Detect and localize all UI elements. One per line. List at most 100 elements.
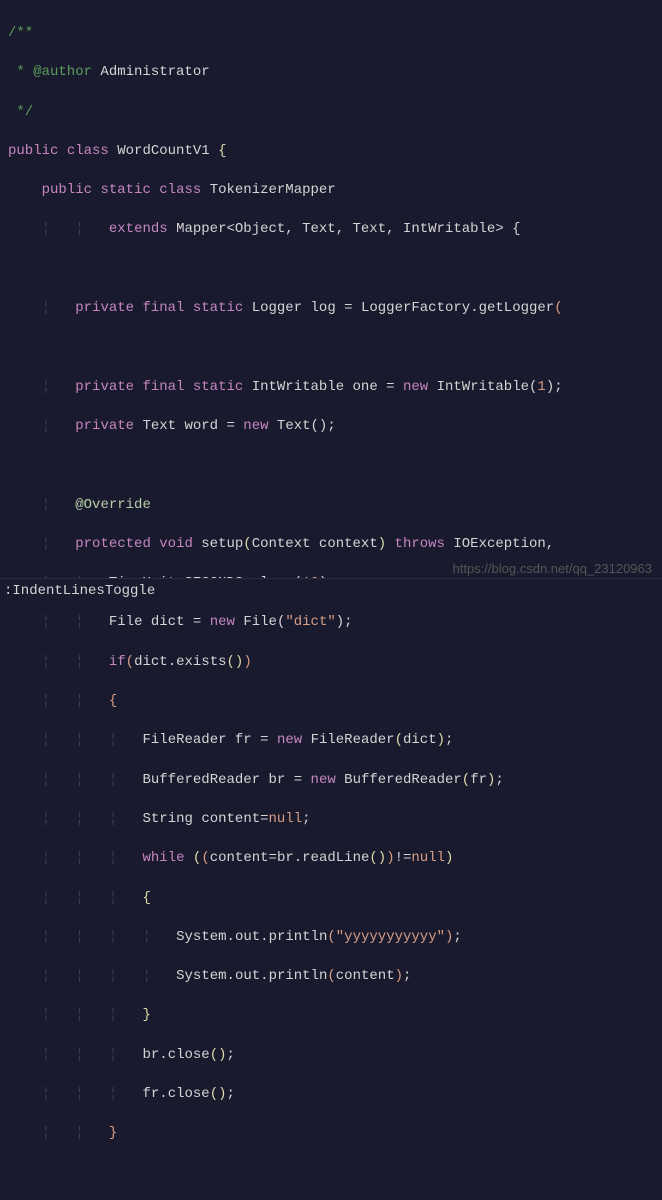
type: BufferedReader <box>344 772 462 788</box>
method: exists <box>176 654 226 670</box>
var: fr <box>235 732 252 748</box>
keyword: public <box>8 143 58 159</box>
indent-guide: ¦ <box>142 968 150 984</box>
indent-guide: ¦ <box>42 1125 50 1141</box>
indent-guide: ¦ <box>42 929 50 945</box>
indent-guide: ¦ <box>42 300 50 316</box>
type: Mapper<Object, Text, Text, IntWritable> … <box>176 221 520 237</box>
indent-guide: ¦ <box>42 536 50 552</box>
method: setup <box>201 536 243 552</box>
keyword: static <box>193 379 243 395</box>
var: dict <box>134 654 168 670</box>
paren: ) <box>243 654 251 670</box>
indent-guide: ¦ <box>42 1086 50 1102</box>
brace: { <box>109 693 117 709</box>
keyword: extends <box>109 221 168 237</box>
null: null <box>411 850 445 866</box>
indent-guide: ¦ <box>75 1086 83 1102</box>
indent-guide: ¦ <box>75 968 83 984</box>
classname: TokenizerMapper <box>210 182 336 198</box>
method: readLine <box>302 850 369 866</box>
comment: */ <box>8 104 33 120</box>
string: "dict" <box>285 614 335 630</box>
type: IOException <box>453 536 545 552</box>
indent-guide: ¦ <box>75 221 83 237</box>
type: FileReader <box>142 732 226 748</box>
type: IntWritable <box>437 379 529 395</box>
brace: } <box>109 1125 117 1141</box>
indent-guide: ¦ <box>109 1007 117 1023</box>
indent-guide: ¦ <box>42 693 50 709</box>
keyword: final <box>142 379 184 395</box>
type: Logger <box>252 300 302 316</box>
var: word <box>184 418 218 434</box>
indent-guide: ¦ <box>75 614 83 630</box>
indent-guide: ¦ <box>42 850 50 866</box>
keyword: if <box>109 654 126 670</box>
paren: ( <box>395 732 403 748</box>
var: br <box>277 850 294 866</box>
paren: ( <box>327 968 335 984</box>
keyword: private <box>75 379 134 395</box>
indent-guide: ¦ <box>75 1125 83 1141</box>
type: Text <box>277 418 311 434</box>
paren: ( <box>201 850 209 866</box>
indent-guide: ¦ <box>42 379 50 395</box>
var: fr <box>142 1086 159 1102</box>
brace: } <box>142 1007 150 1023</box>
field: out <box>235 968 260 984</box>
classname: WordCountV1 <box>117 143 209 159</box>
var: br <box>142 1047 159 1063</box>
string: "yyyyyyyyyyy" <box>336 929 445 945</box>
keyword: protected <box>75 536 151 552</box>
command-text: :IndentLinesToggle <box>4 583 155 599</box>
paren: () <box>210 1086 227 1102</box>
indent-guide: ¦ <box>42 732 50 748</box>
keyword: while <box>142 850 184 866</box>
indent-guide: ¦ <box>109 850 117 866</box>
comment: * @author <box>8 64 100 80</box>
indent-guide: ¦ <box>75 811 83 827</box>
keyword: new <box>311 772 336 788</box>
var: br <box>269 772 286 788</box>
command-bar[interactable]: :IndentLinesToggle <box>0 578 662 600</box>
indent-guide: ¦ <box>109 732 117 748</box>
indent-guide: ¦ <box>75 929 83 945</box>
var: content <box>210 850 269 866</box>
method: close <box>168 1086 210 1102</box>
var: context <box>319 536 378 552</box>
paren: ) <box>445 850 453 866</box>
var: dict <box>403 732 437 748</box>
indent-guide: ¦ <box>75 1047 83 1063</box>
indent-guide: ¦ <box>109 890 117 906</box>
type: Context <box>252 536 311 552</box>
indent-guide: ¦ <box>142 929 150 945</box>
var: fr <box>470 772 487 788</box>
indent-guide: ¦ <box>75 693 83 709</box>
indent-guide: ¦ <box>109 811 117 827</box>
indent-guide: ¦ <box>109 1086 117 1102</box>
indent-guide: ¦ <box>75 732 83 748</box>
keyword: private <box>75 418 134 434</box>
indent-guide: ¦ <box>75 772 83 788</box>
keyword: final <box>142 300 184 316</box>
indent-guide: ¦ <box>109 1047 117 1063</box>
keyword: private <box>75 300 134 316</box>
indent-guide: ¦ <box>75 654 83 670</box>
keyword: new <box>277 732 302 748</box>
type: LoggerFactory <box>361 300 470 316</box>
watermark: https://blog.csdn.net/qq_23120963 <box>453 559 653 579</box>
indent-guide: ¦ <box>42 968 50 984</box>
keyword: static <box>100 182 150 198</box>
keyword: new <box>210 614 235 630</box>
keyword: class <box>159 182 201 198</box>
paren: ) <box>445 929 453 945</box>
indent-guide: ¦ <box>109 968 117 984</box>
type: System <box>176 968 226 984</box>
method: println <box>269 968 328 984</box>
indent-guide: ¦ <box>42 1007 50 1023</box>
indent-guide: ¦ <box>42 221 50 237</box>
indent-guide: ¦ <box>109 929 117 945</box>
indent-guide: ¦ <box>75 1007 83 1023</box>
var: dict <box>151 614 185 630</box>
